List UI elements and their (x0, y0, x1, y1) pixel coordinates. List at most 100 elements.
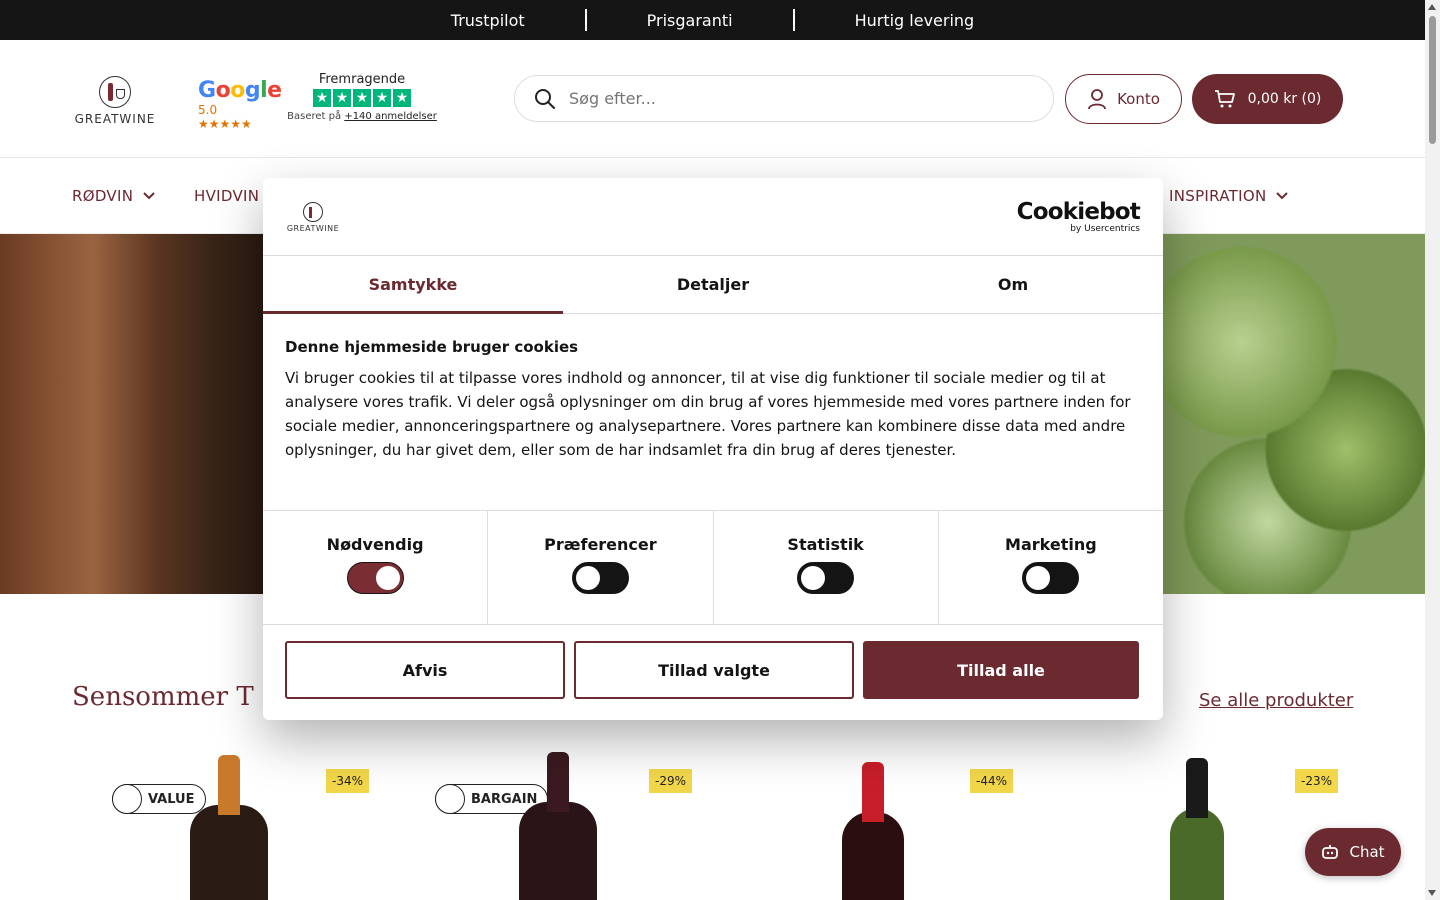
cookie-heading: Denne hjemmeside bruger cookies (285, 338, 579, 356)
google-logo: Google (198, 78, 282, 103)
user-icon (1088, 89, 1106, 110)
star-icon: ★ (373, 89, 391, 107)
statistik-toggle[interactable] (797, 562, 855, 594)
nav-item-label: INSPIRATION (1169, 187, 1267, 205)
topbar-trustpilot[interactable]: Trustpilot (391, 11, 585, 30)
cart-label: 0,00 kr (0) (1247, 91, 1322, 107)
wine-logo-icon (303, 202, 323, 222)
scrollbar-thumb[interactable] (1429, 16, 1436, 144)
nodvendig-toggle[interactable] (346, 562, 404, 594)
scroll-down-icon[interactable] (1428, 890, 1436, 896)
star-icon: ★ (353, 89, 371, 107)
category-statistik: Statistik (714, 511, 939, 624)
wine-badge-icon (112, 784, 142, 814)
site-header: GREATWINE Google 5.0 ★★★★★ Fremragende ★… (0, 40, 1425, 158)
chat-label: Chat (1349, 843, 1385, 861)
cookiebot-subtitle: by Usercentrics (1070, 224, 1140, 234)
discount-badge: -44% (970, 769, 1014, 793)
reject-button[interactable]: Afvis (285, 641, 565, 699)
see-all-products-link[interactable]: Se alle produkter (1199, 690, 1353, 711)
product-card[interactable]: BARGAIN -29% (435, 750, 715, 900)
cookie-dialog-header: GREATWINE Cookiebot by Usercentrics (263, 178, 1163, 256)
section-title: Sensommer T (72, 682, 254, 712)
cookie-body-text: Vi bruger cookies til at tilpasse vores … (285, 369, 1131, 459)
wine-badge-icon (435, 784, 465, 814)
cookie-tabs: Samtykke Detaljer Om (263, 256, 1163, 314)
category-label: Præferencer (544, 535, 657, 554)
site-logo[interactable]: GREATWINE (72, 76, 158, 126)
scroll-up-icon[interactable] (1428, 4, 1436, 10)
nav-item-label: RØDVIN (72, 187, 134, 205)
category-nodvendig: Nødvendig (263, 511, 489, 624)
category-label: Statistik (787, 535, 864, 554)
category-marketing: Marketing (939, 511, 1163, 624)
hero-image-left (0, 234, 263, 594)
wine-bottle-image (1170, 758, 1224, 900)
nav-item-hvidvin[interactable]: HVIDVIN (194, 187, 259, 205)
cookiebot-logo[interactable]: Cookiebot by Usercentrics (1016, 199, 1141, 234)
trustpilot-stars: ★ ★ ★ ★ ★ (287, 89, 437, 107)
search-bar[interactable] (514, 75, 1054, 122)
cookie-description: Denne hjemmeside bruger cookies Vi bruge… (263, 314, 1163, 511)
nav-item-rodvin[interactable]: RØDVIN (72, 187, 155, 205)
hero-image-leaves (1163, 234, 1425, 594)
cookie-buttons: Afvis Tillad valgte Tillad alle (263, 625, 1163, 715)
trustpilot-reviews-link[interactable]: +140 anmeldelser (344, 111, 437, 122)
chevron-down-icon (1276, 192, 1289, 200)
product-card[interactable]: -23% (1080, 750, 1360, 900)
marketing-toggle[interactable] (1022, 562, 1080, 594)
wine-logo-icon (99, 76, 131, 108)
dialog-logo-text: GREATWINE (286, 224, 340, 233)
chevron-down-icon (143, 192, 155, 200)
value-badge: VALUE (112, 784, 206, 814)
search-input[interactable] (569, 89, 1009, 108)
cookie-consent-dialog: GREATWINE Cookiebot by Usercentrics Samt… (263, 178, 1163, 720)
discount-badge: -23% (1295, 769, 1339, 793)
wine-bottle-image (190, 755, 268, 900)
cookie-categories: Nødvendig Præferencer Statistik Marketin… (263, 511, 1163, 625)
star-icon: ★ (333, 89, 351, 107)
category-praeferencer: Præferencer (488, 511, 714, 624)
page: Trustpilot Prisgaranti Hurtig levering G… (0, 0, 1425, 900)
allow-selected-button[interactable]: Tillad valgte (574, 641, 854, 699)
wine-bottle-image (519, 752, 597, 900)
product-card[interactable]: -44% (758, 750, 1038, 900)
top-bar: Trustpilot Prisgaranti Hurtig levering (0, 0, 1425, 40)
discount-badge: -29% (649, 769, 693, 793)
discount-badge: -34% (326, 769, 370, 793)
page-scrollbar[interactable] (1425, 0, 1440, 900)
nav-item-inspiration[interactable]: INSPIRATION (1169, 187, 1289, 205)
topbar-hurtig-levering[interactable]: Hurtig levering (795, 11, 1035, 30)
trustpilot-based: Baseret på +140 anmeldelser (287, 111, 437, 122)
cart-icon (1214, 90, 1235, 108)
nav-item-label: HVIDVIN (194, 187, 260, 205)
allow-all-button[interactable]: Tillad alle (863, 641, 1139, 699)
cookiebot-wordmark: Cookiebot (1016, 199, 1141, 225)
star-icon: ★ (313, 89, 331, 107)
google-rating[interactable]: Google 5.0 ★★★★★ (198, 78, 282, 131)
trustpilot-widget[interactable]: Fremragende ★ ★ ★ ★ ★ Baseret på +140 an… (287, 72, 437, 122)
google-score: 5.0 ★★★★★ (198, 103, 252, 131)
logo-text: GREATWINE (74, 112, 156, 126)
category-label: Marketing (1005, 535, 1097, 554)
account-button[interactable]: Konto (1065, 74, 1182, 124)
category-label: Nødvendig (326, 535, 424, 554)
tab-samtykke[interactable]: Samtykke (263, 256, 563, 314)
cart-button[interactable]: 0,00 kr (0) (1192, 74, 1343, 124)
search-icon (535, 88, 555, 109)
account-label: Konto (1117, 90, 1160, 108)
chat-bot-icon (1322, 845, 1339, 859)
topbar-prisgaranti[interactable]: Prisgaranti (587, 11, 793, 30)
badge-label: VALUE (148, 791, 195, 807)
dialog-site-logo: GREATWINE (286, 202, 340, 233)
praeferencer-toggle[interactable] (571, 562, 629, 594)
trustpilot-based-text: Baseret på (287, 111, 342, 122)
badge-label: BARGAIN (471, 791, 538, 807)
product-card[interactable]: VALUE -34% (112, 750, 392, 900)
star-icon: ★ (393, 89, 411, 107)
tab-detaljer[interactable]: Detaljer (563, 256, 863, 313)
wine-bottle-image (842, 762, 904, 900)
chat-button[interactable]: Chat (1305, 828, 1401, 876)
tab-om[interactable]: Om (863, 256, 1163, 313)
trustpilot-label: Fremragende (318, 72, 406, 87)
